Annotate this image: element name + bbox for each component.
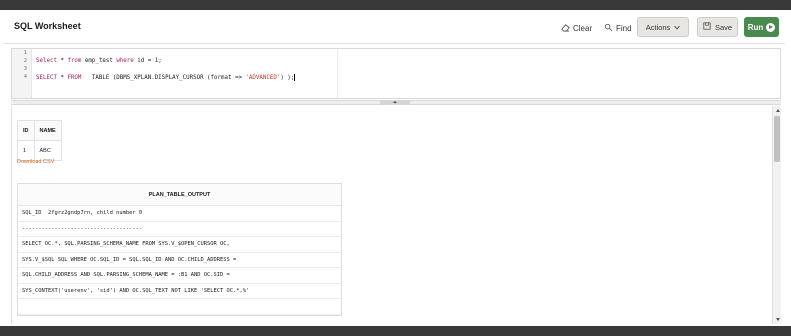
run-label: Run <box>747 22 764 32</box>
line-number: 2 <box>23 58 27 64</box>
code-line-2: Select * from emp_test where id = 1; <box>36 58 162 64</box>
run-button[interactable]: Run <box>744 17 779 37</box>
plan-row: ------------------------------------- <box>18 222 341 237</box>
plan-row <box>18 299 341 315</box>
plan-table: PLAN_TABLE_OUTPUT SQL_ID 2fgrz2gndp7rn, … <box>17 183 342 316</box>
code-text: id = 1; <box>133 58 162 64</box>
line-number: 3 <box>23 66 27 72</box>
line-number-gutter: 1 2 3 4 <box>12 49 32 98</box>
clear-button[interactable]: Clear <box>561 21 592 35</box>
window-frame-top <box>0 0 791 10</box>
pane-splitter[interactable] <box>11 100 781 105</box>
table-cell: ABC <box>33 140 62 161</box>
table-row: 1 ABC <box>17 140 62 161</box>
scroll-up-arrow-icon[interactable] <box>774 107 781 114</box>
chevron-down-icon <box>674 23 681 32</box>
find-button[interactable]: Find <box>604 21 632 35</box>
table-header-row: ID NAME <box>17 120 62 141</box>
scrollbar-thumb[interactable] <box>774 116 780 162</box>
play-icon <box>766 22 776 32</box>
clear-label: Clear <box>573 23 593 33</box>
scroll-down-arrow-icon[interactable] <box>774 316 781 323</box>
find-label: Find <box>616 23 632 33</box>
save-icon <box>703 22 711 32</box>
code-line-4: SELECT * FROM TABLE (DBMS_XPLAN.DISPLAY_… <box>36 74 296 81</box>
column-header: ID <box>17 120 35 141</box>
eraser-icon <box>561 23 570 34</box>
save-button[interactable]: Save <box>697 17 738 37</box>
text-cursor <box>294 74 296 81</box>
plan-row: SYS_CONTEXT('userenv', 'sid') AND OC.SQL… <box>18 284 341 299</box>
page-title: SQL Worksheet <box>14 21 81 31</box>
save-label: Save <box>714 22 733 32</box>
plan-row: SQL_ID 2fgrz2gndp7rn, child number 0 <box>18 206 341 222</box>
print-margin <box>337 49 338 98</box>
code-text: * <box>56 58 68 64</box>
plan-row: SELECT OC.*, SQL.PARSING_SCHEMA_NAME FRO… <box>18 237 341 253</box>
find-icon <box>604 23 613 34</box>
line-number: 4 <box>23 74 27 80</box>
sql-editor[interactable]: 1 2 3 4 Select * from emp_test where id … <box>11 48 781 99</box>
plan-row: SYS.V_$SQL SQL WHERE OC.SQL_ID = SQL.SQL… <box>18 253 341 268</box>
code-string: 'ADVANCED' <box>245 75 281 81</box>
plan-row: SQL.CHILD_ADDRESS AND SQL.PARSING_SCHEMA… <box>18 268 341 284</box>
window-frame-bottom <box>0 326 791 336</box>
actions-menu-button[interactable]: Actions <box>637 17 689 37</box>
results-pane: ID NAME 1 ABC Download CSV PLAN_TABLE_OU… <box>11 106 781 324</box>
code-text: * <box>56 75 68 81</box>
code-keyword: where <box>116 58 134 64</box>
code-keyword: from <box>67 58 82 64</box>
code-keyword: SELECT <box>36 75 57 81</box>
code-text: ) ); <box>280 75 295 81</box>
table-cell: 1 <box>17 140 35 161</box>
result-table: ID NAME 1 ABC <box>17 120 62 161</box>
code-keyword: FROM <box>67 75 82 81</box>
collapse-handle[interactable] <box>380 100 410 105</box>
line-number: 1 <box>23 50 27 56</box>
actions-label: Actions <box>645 22 671 32</box>
code-keyword: Select <box>36 58 57 64</box>
worksheet-header: SQL Worksheet Clear Find Actions Save Ru… <box>4 12 785 44</box>
code-text: emp_test <box>81 58 117 64</box>
column-header: NAME <box>33 120 62 141</box>
code-text: TABLE (DBMS_XPLAN.DISPLAY_CURSOR (format… <box>81 75 246 81</box>
download-csv-link[interactable]: Download CSV <box>17 159 54 165</box>
vertical-scrollbar[interactable] <box>772 106 781 324</box>
plan-column-header: PLAN_TABLE_OUTPUT <box>18 184 341 206</box>
